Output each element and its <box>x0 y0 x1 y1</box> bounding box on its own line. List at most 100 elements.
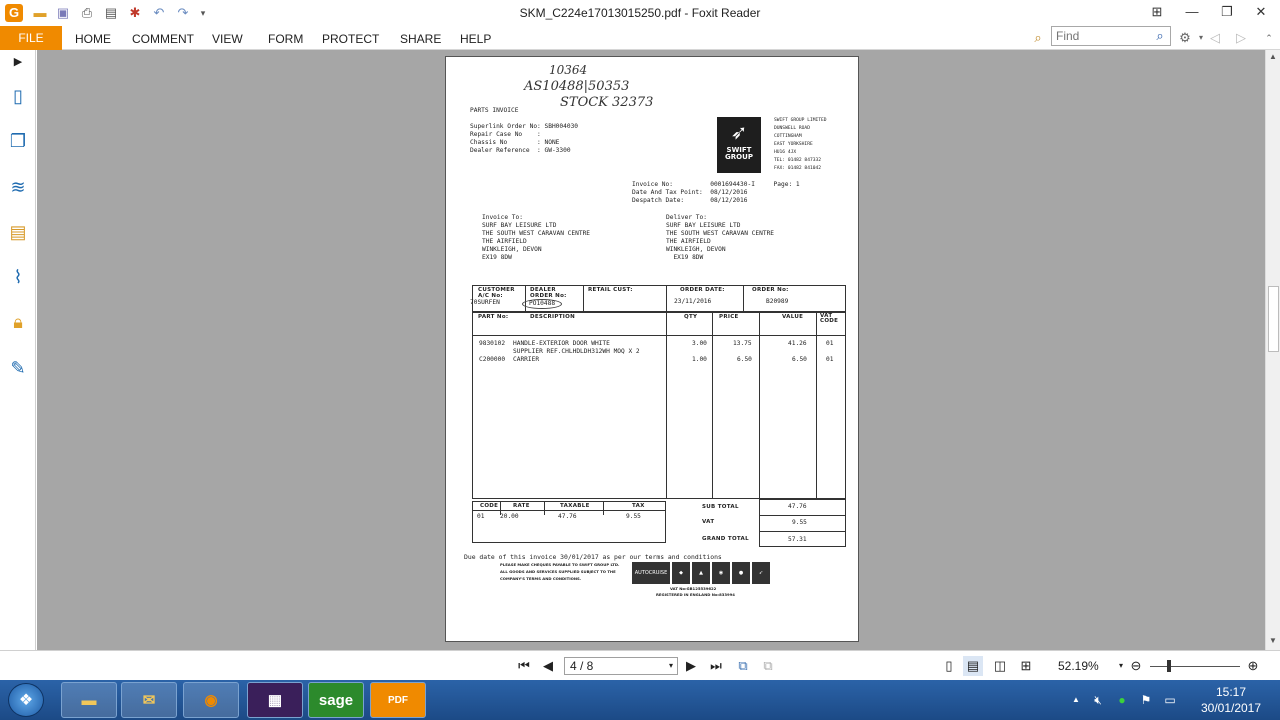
previous-page-icon[interactable]: ◀ <box>538 656 558 676</box>
tab-help[interactable]: HELP <box>460 26 491 50</box>
tab-share[interactable]: SHARE <box>400 26 441 50</box>
scroll-down-icon[interactable]: ▼ <box>1269 636 1277 645</box>
status-green-icon[interactable]: ● <box>1114 692 1130 708</box>
sage-taskbar-button[interactable]: sage <box>308 682 364 718</box>
search-icon[interactable]: ⌕ <box>1152 28 1168 44</box>
tab-comment[interactable]: COMMENT <box>132 26 194 50</box>
small-print-2: ALL GOODS AND SERVICES SUPPLIED SUBJECT … <box>500 569 616 574</box>
volume-muted-icon[interactable]: 🔇︎ <box>1090 692 1106 708</box>
previous-view-icon[interactable]: ⧉ <box>733 656 753 676</box>
minimize-icon[interactable]: — <box>1177 2 1207 22</box>
zoom-slider-thumb[interactable] <box>1167 660 1171 672</box>
divider <box>666 312 667 499</box>
scroll-up-icon[interactable]: ▲ <box>1269 52 1277 61</box>
zoom-level[interactable]: 52.19% <box>1058 659 1099 673</box>
tab-home[interactable]: HOME <box>75 26 111 50</box>
action-center-flag-icon[interactable]: ⚑ <box>1138 692 1154 708</box>
bookmark-icon[interactable]: ▯ <box>6 84 30 108</box>
outlook-taskbar-icon[interactable]: ✉ <box>121 682 177 718</box>
order-info-box <box>472 285 846 312</box>
close-icon[interactable]: ✕ <box>1246 2 1276 22</box>
value-header: VALUE <box>782 314 804 320</box>
page-number-field[interactable]: 4 / 8 ▾ <box>564 657 678 675</box>
maximize-icon[interactable]: ❐ <box>1212 2 1242 22</box>
facing-page-icon[interactable]: ◫ <box>990 656 1010 676</box>
swift-bird-icon: ➶ <box>730 120 748 144</box>
line-2-desc: SUPPLIER REF.CHLHDLDH312WH MOQ X 2 <box>513 348 640 355</box>
comments-icon[interactable]: ▤ <box>6 220 30 244</box>
company-line-5: HU16 4JX <box>774 150 797 155</box>
last-page-icon[interactable]: ⏭ <box>706 656 726 676</box>
restore-layout-icon[interactable]: ⊞ <box>1142 2 1172 22</box>
order-date-header: ORDER DATE: <box>680 287 725 293</box>
tab-view[interactable]: VIEW <box>212 26 243 50</box>
foxit-pdf-taskbar-button[interactable]: PDF <box>370 682 426 718</box>
expand-panel-icon[interactable]: ▶ <box>6 50 30 74</box>
divider <box>472 510 666 511</box>
firefox-taskbar-icon[interactable]: ◉ <box>183 682 239 718</box>
divider <box>603 501 604 515</box>
subtotal-value: 47.76 <box>788 503 807 510</box>
start-button[interactable]: ❖ <box>8 683 44 717</box>
invoice-meta-3: Despatch Date: 08/12/2016 <box>632 197 748 204</box>
continuous-page-icon[interactable]: ▤ <box>963 656 983 676</box>
tray-expand-icon[interactable]: ▲ <box>1068 692 1084 708</box>
divider <box>759 312 760 499</box>
network-icon[interactable]: ▭ <box>1162 692 1178 708</box>
grand-total-value: 57.31 <box>788 536 807 543</box>
file-menu[interactable]: FILE <box>0 26 62 50</box>
description-header: DESCRIPTION <box>530 314 576 320</box>
tax-value: 9.55 <box>626 513 641 520</box>
page-dropdown-icon[interactable]: ▾ <box>669 658 673 674</box>
invoice-to-5: WINKLEIGH, DEVON <box>482 246 542 253</box>
next-page-icon[interactable]: ▶ <box>681 656 701 676</box>
ribbon-menu: FILE HOME COMMENT VIEW FORM PROTECT SHAR… <box>0 26 1280 50</box>
single-page-icon[interactable]: ▯ <box>939 656 959 676</box>
pages-icon[interactable]: ❐ <box>6 129 30 153</box>
scroll-thumb[interactable] <box>1268 286 1279 352</box>
divider <box>583 285 584 312</box>
order-no-value: B20989 <box>766 298 789 305</box>
previous-result-icon[interactable]: ◁ <box>1206 29 1224 47</box>
search-folder-icon[interactable]: ⌕ <box>1029 29 1047 47</box>
window-title: SKM_C224e17013015250.pdf - Foxit Reader <box>519 6 761 20</box>
next-result-icon[interactable]: ▷ <box>1232 29 1250 47</box>
system-clock[interactable]: 15:17 30/01/2017 <box>1195 684 1267 716</box>
line-1-desc: HANDLE-EXTERIOR DOOR WHITE <box>513 340 610 347</box>
company-line-4: EAST YORKSHIRE <box>774 142 813 147</box>
divider <box>816 312 817 499</box>
next-view-icon[interactable]: ⧉ <box>758 656 778 676</box>
navigation-panel: ▶ ▯ ❐ ≋ ▤ ⌇ 🔒︎ ✎ <box>0 50 36 650</box>
tab-protect[interactable]: PROTECT <box>322 26 379 50</box>
layers-icon[interactable]: ≋ <box>6 175 30 199</box>
divider <box>759 531 846 532</box>
sage-label: sage <box>318 692 354 709</box>
explorer-taskbar-icon[interactable]: ▬ <box>61 682 117 718</box>
line-3-qty: 1.00 <box>692 356 707 363</box>
tab-form[interactable]: FORM <box>268 26 303 50</box>
invoice-heading: PARTS INVOICE <box>470 107 519 114</box>
zoom-in-icon[interactable]: ⊕ <box>1243 656 1263 676</box>
invoice-meta-1: Invoice No: 0001694430-I Page: 1 <box>632 181 800 188</box>
signature-icon[interactable]: ✎ <box>6 356 30 380</box>
security-lock-icon[interactable]: 🔒︎ <box>6 310 30 334</box>
invoice-to-3: THE SOUTH WEST CARAVAN CENTRE <box>482 230 591 237</box>
first-page-icon[interactable]: ⏮ <box>514 656 534 676</box>
zoom-out-icon[interactable]: ⊖ <box>1126 656 1146 676</box>
collapse-ribbon-icon[interactable]: ⌃ <box>1260 29 1278 47</box>
vat-code-header: VAT CODE <box>820 313 839 324</box>
ref-line-2: Repair Case No : <box>470 131 541 138</box>
status-bar: ⏮ ◀ 4 / 8 ▾ ▶ ⏭ ⧉ ⧉ ▯ ▤ ◫ ⊞ 52.19% ▾ ⊖ ⊕ <box>0 650 1280 680</box>
line-1-vat: 01 <box>826 340 834 347</box>
calculator-app-taskbar-icon[interactable]: ▦ <box>247 682 303 718</box>
continuous-facing-icon[interactable]: ⊞ <box>1016 656 1036 676</box>
handwritten-note-3: STOCK 32373 <box>560 95 654 110</box>
deliver-to-5: WINKLEIGH, DEVON <box>666 246 726 253</box>
vat-value: 9.55 <box>792 519 807 526</box>
invoice-meta-2: Date And Tax Point: 08/12/2016 <box>632 189 748 196</box>
vertical-scrollbar[interactable]: ▲ ▼ <box>1265 50 1280 650</box>
small-print-3: COMPANY'S TERMS AND CONDITIONS. <box>500 576 582 581</box>
document-viewport[interactable]: 10364 AS10488|50353 STOCK 32373 PARTS IN… <box>37 50 1265 650</box>
zoom-slider[interactable] <box>1150 666 1240 667</box>
attachments-icon[interactable]: ⌇ <box>6 265 30 289</box>
